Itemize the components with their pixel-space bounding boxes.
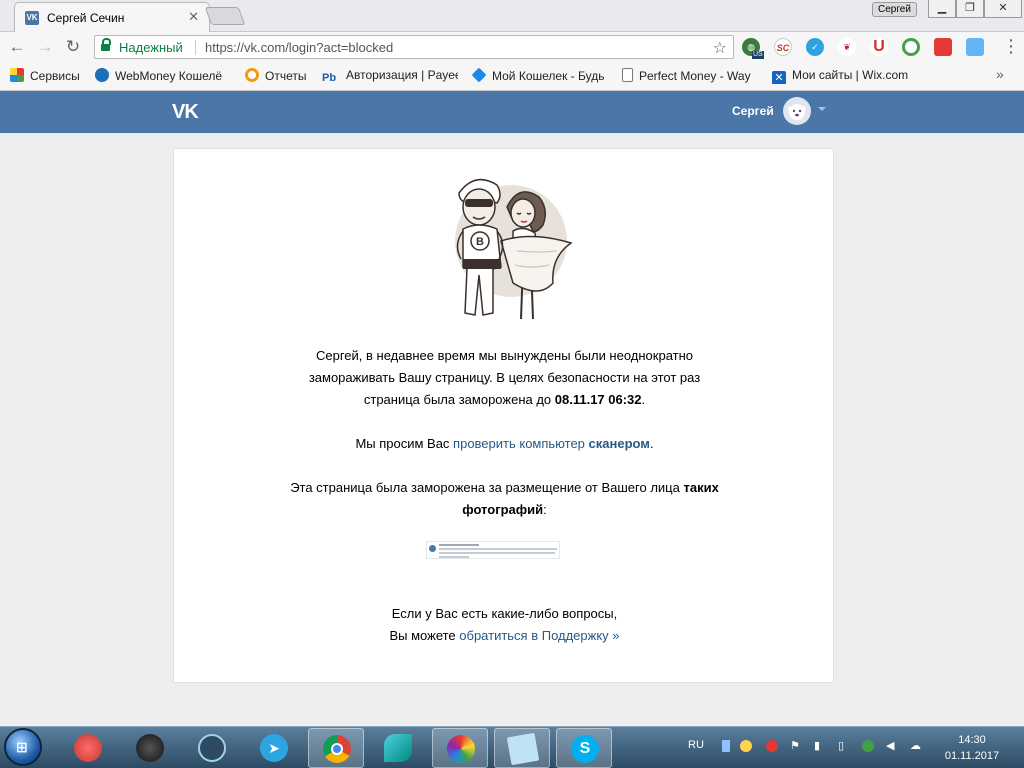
address-bar[interactable]: Надежный https://vk.com/login?act=blocke… [94,35,734,59]
bookmark-star-icon[interactable]: ☆ [713,38,727,58]
taskbar-app-mosaic[interactable] [432,728,488,768]
vk-favicon-icon: VK [25,11,39,25]
taskbar-app-speed[interactable] [122,728,178,768]
system-clock[interactable]: 14:30 01.11.2017 [940,732,1004,764]
flag-icon[interactable]: ⚑ [790,739,800,752]
minimize-icon[interactable]: ▁ [928,0,956,18]
bookmark-wix[interactable]: ✕ Мои сайты | Wix.com [772,68,910,84]
cloud-icon[interactable]: ☁ [910,739,921,752]
diamond-icon [472,68,487,83]
support-link[interactable]: обратиться в Поддержку » [459,628,619,643]
clock-date: 01.11.2017 [944,750,1000,762]
lock-icon [101,38,111,52]
extension-heart-icon[interactable]: ❦ [838,38,856,56]
bookmark-perfect-money[interactable]: Perfect Money - Way [622,68,758,84]
profile-button[interactable]: Сергей [872,2,917,17]
start-button[interactable]: ⊞ [4,728,42,766]
pb-icon: Pb [322,72,337,84]
taskbar-app-skype[interactable]: S [556,728,612,768]
taskbar-app-bird[interactable] [370,728,426,768]
extension-badge: US [752,51,764,59]
security-check-icon[interactable] [862,740,874,752]
forward-icon[interactable]: → [36,38,54,56]
extension-cube-icon[interactable] [934,38,952,56]
telegram-icon: ➤ [260,734,288,762]
skype-icon: S [571,735,599,763]
windows-taskbar: ⊞ ➤ S RU ⚑ ▮ ▯ ◀ ☁ 14:30 01.11.2017 [0,726,1024,768]
bookmarks-more-button[interactable]: » [996,66,1004,82]
notepad-icon [506,732,540,766]
back-icon[interactable]: ← [8,38,26,56]
svg-text:B: B [476,236,484,248]
unblock-date: 08.11.17 06:32 [554,392,642,407]
apps-grid-icon [10,68,24,82]
taskbar-app-atom[interactable] [184,728,240,768]
new-tab-button[interactable] [204,7,246,25]
browser-titlebar: VK Сергей Сечин ✕ Сергей ▁ ❐ ✕ [0,0,1024,32]
bookmark-wallet[interactable]: Мой Кошелек - Будь [472,68,608,84]
atom-icon [198,734,226,762]
url-text[interactable]: https://vk.com/login?act=blocked [205,40,393,55]
power-icon[interactable]: ▯ [838,739,844,752]
windows-logo-icon: ⊞ [16,739,28,755]
omnibox-separator [195,40,196,55]
block-reason: Эта страница была заморожена за размещен… [290,480,719,517]
tray-app-icon[interactable] [740,740,752,752]
menu-dots-icon[interactable]: ⋮ [1002,36,1020,56]
extension-map-icon[interactable] [966,38,984,56]
bookmark-payeer[interactable]: Pb Авторизация | Payee [322,68,458,84]
browser-tab[interactable]: VK Сергей Сечин ✕ [14,2,210,32]
bluetooth-icon[interactable] [722,740,730,752]
check-computer-link[interactable]: проверить компьютер [453,436,585,451]
record-icon [74,734,102,762]
language-indicator[interactable]: RU [688,739,704,751]
taskbar-app-telegram[interactable]: ➤ [246,728,302,768]
block-message: Сергей, в недавнее время мы вынуждены бы… [308,348,701,407]
globe-icon [95,68,109,82]
support-section: Если у Вас есть какие-либо вопросы, Вы м… [389,606,620,643]
extension-ring-icon[interactable] [902,38,920,56]
bookmark-reports[interactable]: Отчеты [245,68,306,84]
bird-icon [384,734,412,762]
avatar[interactable] [783,97,811,125]
taskbar-app-record[interactable] [60,728,116,768]
bookmarks-bar: Сервисы WebMoney Кошелё Отчеты Pb Авториз… [0,62,1024,91]
scanner-link[interactable]: сканером [589,436,650,451]
bookmark-apps[interactable]: Сервисы [10,68,80,84]
vk-header [0,91,1024,133]
dog-avatar-icon [788,104,806,120]
network-icon[interactable]: ▮ [814,739,820,752]
extension-sc-icon[interactable]: SC [774,38,792,56]
close-window-icon[interactable]: ✕ [984,0,1022,18]
taskbar-app-notepad[interactable] [494,728,550,768]
extension-check-icon[interactable]: ✓ [806,38,824,56]
restore-icon[interactable]: ❐ [956,0,984,18]
chrome-icon [323,735,351,763]
clock-time: 14:30 [958,734,986,746]
tab-title: Сергей Сечин [47,11,125,25]
blocked-notice-card: B Сергей, в недавнее время мы вынуждены … [173,148,834,683]
extension-magnet-icon[interactable]: U [870,38,888,56]
bookmark-webmoney[interactable]: WebMoney Кошелё [95,68,231,84]
q-orange-icon [245,68,259,82]
taskbar-app-chrome[interactable] [308,728,364,768]
offending-photo-thumbnail[interactable] [426,541,560,559]
tab-close-icon[interactable]: ✕ [188,10,199,24]
volume-icon[interactable]: ◀ [886,739,894,752]
speedometer-icon [136,734,164,762]
vk-logo[interactable]: VK [172,102,199,122]
mosaic-icon [447,735,475,763]
secure-label: Надежный [119,40,183,55]
reload-icon[interactable]: ↻ [64,38,82,56]
vk-user-name[interactable]: Сергей [732,104,774,118]
document-icon [622,68,633,82]
chevron-down-icon[interactable] [818,107,826,111]
antivirus-icon[interactable] [766,740,778,752]
x-blue-icon: ✕ [772,71,786,84]
superhero-illustration: B [455,178,573,320]
scan-request: Мы просим Вас проверить компьютер сканер… [355,436,654,451]
